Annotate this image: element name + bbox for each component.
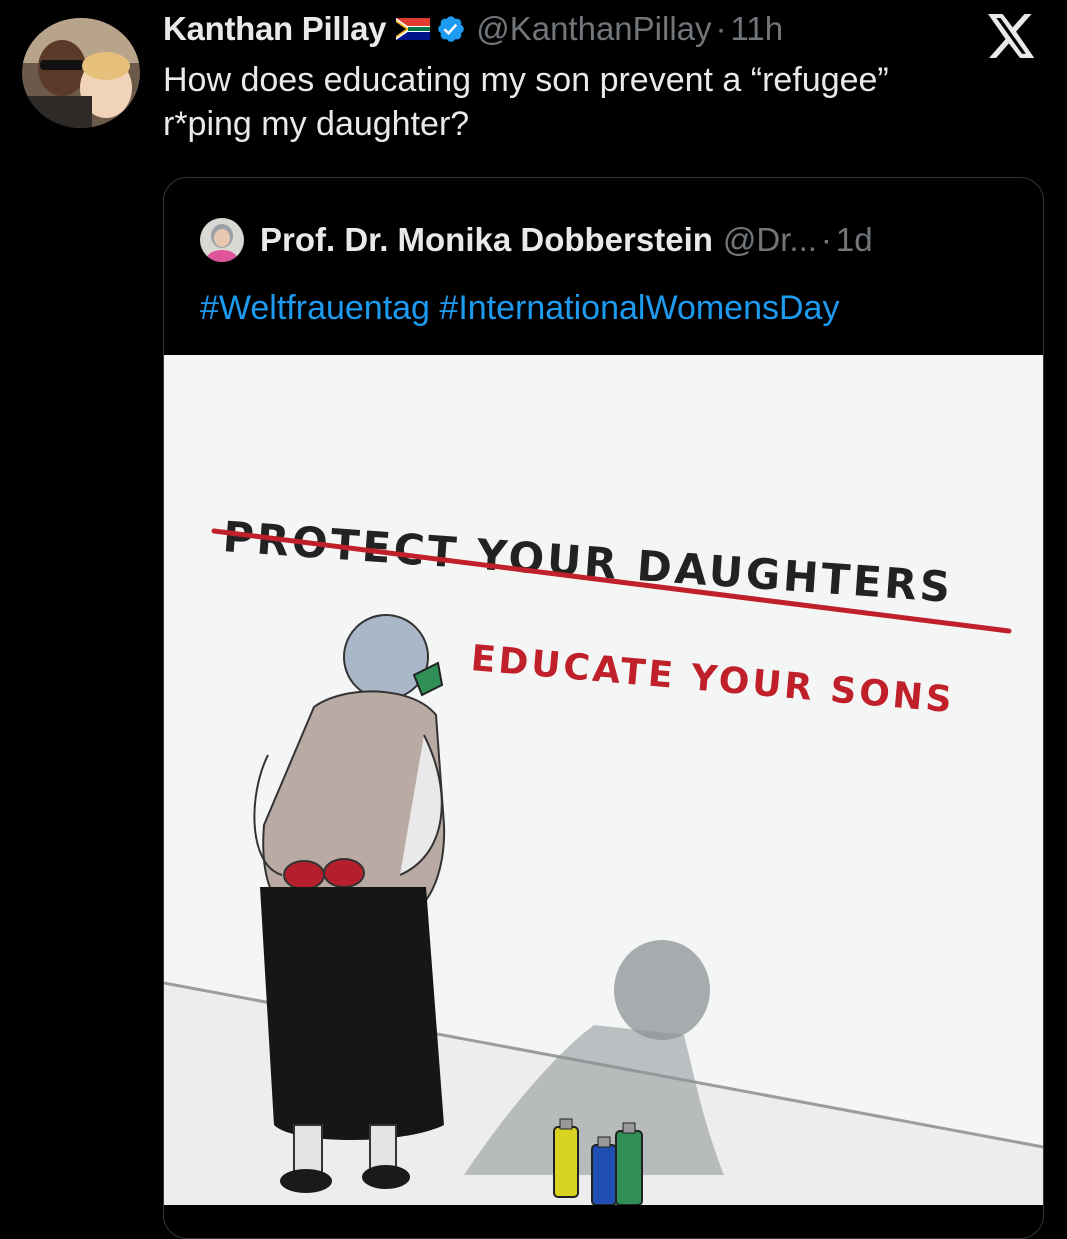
quoted-author-display-name[interactable]: Prof. Dr. Monika Dobberstein xyxy=(260,221,713,259)
quoted-tweet-header: Prof. Dr. Monika Dobberstein @Dr... · 1d xyxy=(200,218,873,262)
tweet[interactable]: Kanthan Pillay @KanthanPillay · 11h How … xyxy=(0,0,1067,1239)
author-avatar[interactable] xyxy=(22,18,140,128)
verified-badge-icon[interactable] xyxy=(436,14,466,44)
quoted-author-avatar[interactable] xyxy=(200,218,244,262)
separator-dot: · xyxy=(715,10,727,47)
quoted-tweet-timestamp[interactable]: 1d xyxy=(836,221,873,259)
tweet-timestamp[interactable]: 11h xyxy=(731,10,784,48)
separator-dot: · xyxy=(820,221,832,258)
hashtag-link[interactable]: #InternationalWomensDay xyxy=(439,289,839,327)
south-africa-flag-icon xyxy=(396,18,431,40)
hashtag-link[interactable]: #Weltfrauentag xyxy=(200,289,430,327)
quoted-author-handle[interactable]: @Dr... xyxy=(723,221,817,259)
author-display-name[interactable]: Kanthan Pillay xyxy=(163,10,387,48)
quoted-tweet-card[interactable]: Prof. Dr. Monika Dobberstein @Dr... · 1d… xyxy=(163,177,1044,1239)
tweet-header: Kanthan Pillay @KanthanPillay · 11h xyxy=(163,6,783,52)
quoted-tweet-image[interactable]: PROTECT YOUR DAUGHTERS EDUCATE YOUR SONS xyxy=(164,355,1043,1205)
author-handle[interactable]: @KanthanPillay xyxy=(476,10,711,48)
quoted-tweet-text: #Weltfrauentag #InternationalWomensDay xyxy=(200,286,839,330)
x-logo-icon xyxy=(988,14,1036,58)
tweet-text: How does educating my son prevent a “ref… xyxy=(163,61,889,143)
